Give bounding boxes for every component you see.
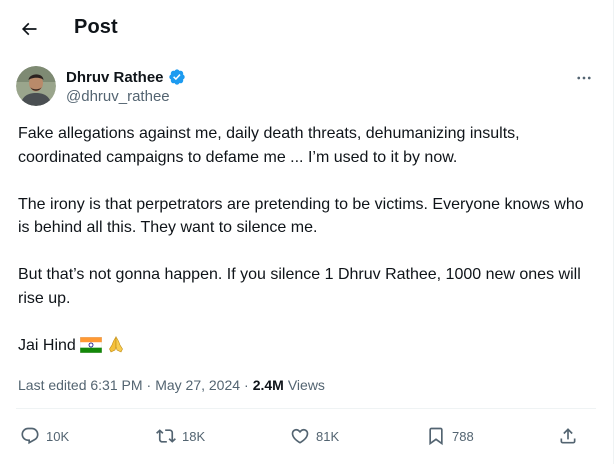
divider <box>16 408 596 409</box>
like-count: 81K <box>316 428 340 444</box>
reply-count: 10K <box>46 428 70 444</box>
verified-badge-icon <box>168 69 185 85</box>
tweet-text: Fake allegations against me, daily death… <box>18 122 598 357</box>
more-horizontal-icon <box>577 76 591 80</box>
share-icon <box>560 428 576 444</box>
like-button[interactable]: 81K <box>290 426 339 446</box>
edited-time-link[interactable]: Last edited 6:31 PM <box>18 377 143 393</box>
post-date-link[interactable]: May 27, 2024 <box>155 377 240 393</box>
reply-button[interactable]: 10K <box>20 426 69 446</box>
author-handle[interactable]: @dhruv_rathee <box>66 88 170 105</box>
folded-hands-icon <box>108 336 123 353</box>
post-actions: 10K 18K 81K 788 <box>16 418 596 454</box>
post-meta: Last edited 6:31 PM · May 27, 2024 · 2.4… <box>18 377 325 393</box>
repost-count: 18K <box>182 428 206 444</box>
author-name-row: Dhruv Rathee <box>66 68 186 86</box>
tweet-paragraph: The irony is that perpetrators are prete… <box>18 195 589 237</box>
tweet-closing-line: Jai Hind <box>18 334 598 358</box>
page-title: Post <box>74 16 118 38</box>
reply-icon <box>21 427 39 445</box>
post-page: Post Dhruv Rathee @dhruv_rathee Fake all… <box>0 0 614 464</box>
avatar[interactable] <box>16 66 56 106</box>
repost-button[interactable]: 18K <box>156 426 205 446</box>
author-name[interactable]: Dhruv Rathee <box>66 69 164 86</box>
bookmark-count: 788 <box>452 428 474 444</box>
views-count: 2.4M <box>252 377 284 393</box>
post-header: Post <box>0 0 614 56</box>
meta-separator: · <box>244 377 249 393</box>
author-row: Dhruv Rathee @dhruv_rathee <box>16 64 596 108</box>
heart-icon <box>291 428 309 444</box>
bookmark-icon <box>429 427 443 446</box>
arrow-left-icon <box>21 22 37 36</box>
back-button[interactable] <box>14 14 44 44</box>
tweet-closing-text: Jai Hind <box>18 336 76 354</box>
bookmark-button[interactable]: 788 <box>426 426 474 446</box>
tweet-paragraph: Fake allegations against me, daily death… <box>18 125 525 166</box>
views-label: Views <box>287 377 325 393</box>
more-button[interactable] <box>572 68 596 88</box>
meta-separator: · <box>146 377 152 393</box>
repost-icon <box>156 429 176 443</box>
india-flag-icon <box>79 337 102 354</box>
share-button[interactable] <box>558 426 578 446</box>
tweet-paragraph: But that’s not gonna happen. If you sile… <box>18 266 586 307</box>
